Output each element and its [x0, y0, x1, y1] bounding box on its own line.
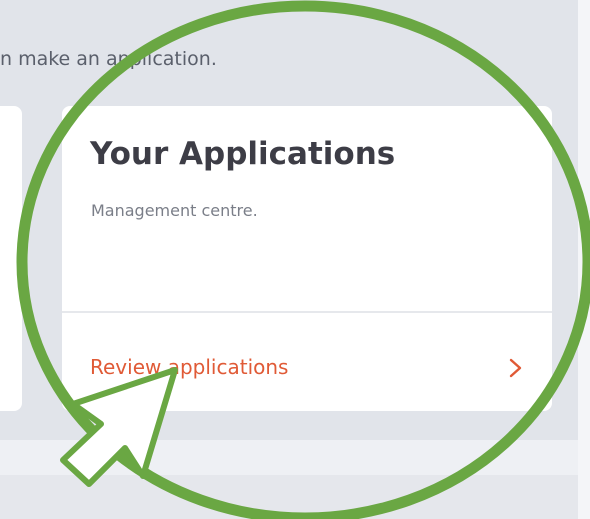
card-description: Management centre. [91, 201, 258, 220]
card-title: Your Applications [90, 136, 396, 172]
intro-text: n make an application. [0, 48, 217, 70]
left-card [0, 106, 22, 411]
side-strip [578, 0, 590, 519]
review-applications-label: Review applications [90, 355, 289, 379]
review-applications-link[interactable]: Review applications [62, 313, 552, 411]
bottom-panel [0, 475, 578, 519]
chevron-right-icon [509, 358, 522, 378]
main-panel: n make an application. Your Applications… [0, 0, 578, 440]
applications-card: Your Applications Management centre. Rev… [62, 106, 552, 411]
